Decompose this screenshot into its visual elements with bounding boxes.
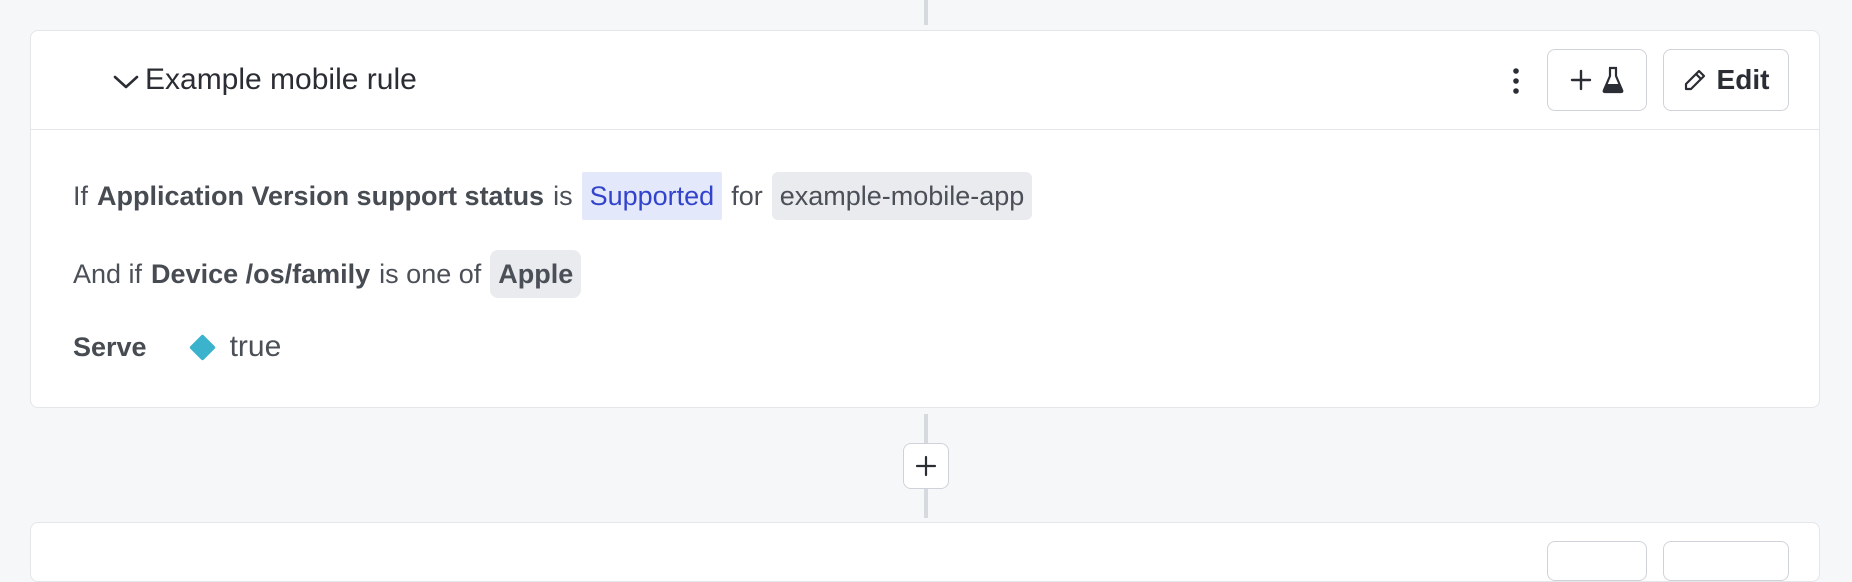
next-add-experiment-button[interactable]	[1547, 541, 1647, 581]
edit-button-label: Edit	[1716, 64, 1770, 95]
rule-clause-primary: If Application Version support status is…	[73, 172, 1033, 220]
chevron-down-icon	[113, 75, 139, 89]
clause-connector: for	[731, 180, 763, 211]
clause-prefix: And if	[73, 258, 143, 289]
clause-value-chip: Apple	[490, 250, 582, 298]
rule-card: Example mobile rule Edit If Application …	[30, 30, 1820, 408]
plus-icon	[1570, 69, 1592, 91]
more-options-button[interactable]	[1501, 61, 1531, 101]
edit-button[interactable]: Edit	[1663, 49, 1789, 111]
collapse-toggle[interactable]	[109, 65, 143, 99]
serve-value: true	[229, 330, 282, 363]
clause-value-chip: Supported	[581, 172, 723, 220]
clause-prefix: If	[73, 180, 89, 211]
clause-attribute: Device /os/family	[151, 258, 371, 289]
rule-title: Example mobile rule	[145, 63, 417, 96]
pencil-icon	[1684, 69, 1705, 91]
add-rule-button[interactable]	[903, 443, 949, 489]
clause-operator: is one of	[379, 258, 482, 289]
flask-icon	[1602, 66, 1624, 94]
next-rule-card	[30, 522, 1820, 582]
kebab-icon	[1513, 68, 1519, 94]
plus-icon	[915, 455, 937, 477]
add-experiment-button[interactable]	[1547, 49, 1647, 111]
rule-clause-secondary: And if Device /os/family is one of Apple	[73, 250, 582, 298]
next-edit-button[interactable]	[1663, 541, 1789, 581]
clause-operator: is	[553, 180, 573, 211]
serve-label: Serve	[73, 331, 147, 362]
serve-row: Serve true	[73, 325, 281, 369]
rule-card-header: Example mobile rule Edit	[31, 31, 1819, 130]
variation-diamond-icon	[188, 333, 216, 361]
rule-connector-line	[924, 0, 928, 25]
clause-target-chip: example-mobile-app	[771, 172, 1033, 220]
clause-attribute: Application Version support status	[97, 180, 545, 211]
